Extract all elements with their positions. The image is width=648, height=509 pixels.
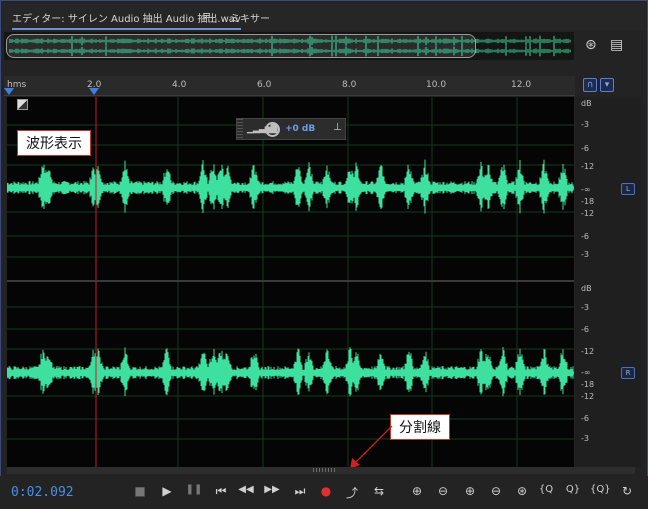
ruler-tick-label: 6.0 [257,80,272,90]
hud-drag-handle[interactable] [237,119,243,139]
zoom-reset-button[interactable]: ↻ [618,484,636,498]
db-label: -12 [581,347,595,356]
rewind-button[interactable]: ◀◀ [237,484,255,495]
tab-menu-icon[interactable]: ≡ [202,9,211,22]
fast-forward-button[interactable]: ▶▶ [263,484,281,495]
zoom-to-selection-out-button[interactable]: Q} [564,484,582,495]
panel-tabs: エディター: サイレン Audio 抽出 Audio 抽出.wav ≡ ミキサー [2,2,646,30]
spectral-toggle-icon[interactable] [17,99,28,110]
zoom-to-selection-in-button[interactable]: {Q [537,484,555,495]
zoom-out-amplitude-button[interactable]: ⊖ [434,484,452,498]
pin-icon[interactable]: ⊥ [333,122,342,133]
channel-divider[interactable] [7,280,574,282]
db-label: -3 [581,434,589,443]
ruler-tick-label: 10.0 [426,80,447,90]
volume-hud[interactable]: ▁▂▃▅▇ +0 dB ⊥ [236,118,346,140]
scroll-grip[interactable] [313,468,335,472]
db-label: -3 [581,250,589,259]
db-label: -6 [581,325,589,334]
zoom-selection-button[interactable]: {Q} [590,484,611,495]
db-unit-label: dB [581,99,592,108]
move-to-start-button[interactable]: ⏮ [212,484,230,499]
waveform-canvas [7,97,574,467]
start-marker[interactable] [4,88,14,95]
zoom-out-full-button[interactable]: ⊛ [513,484,531,498]
stop-button[interactable]: ■ [131,484,149,498]
db-label: -3 [581,120,589,129]
db-label: -3 [581,303,589,312]
pause-button[interactable]: ❚❚ [185,484,203,495]
playhead-marker[interactable] [89,88,99,95]
zoom-in-amplitude-button[interactable]: ⊕ [408,484,426,498]
db-label: -12 [581,162,595,171]
overview-waveform [9,35,571,57]
db-label: -12 [581,209,595,218]
ruler-tick-label: 8.0 [342,80,357,90]
play-button[interactable]: ▶ [158,484,176,498]
zoom-out-time-button[interactable]: ⊖ [487,484,505,498]
db-label: -12 [581,392,595,401]
db-label: -∞ [581,368,591,377]
db-label: -18 [581,380,595,389]
tab-mixer[interactable]: ミキサー [230,10,270,25]
ruler-tick-label: 4.0 [172,80,187,90]
overview-strip[interactable] [4,32,574,60]
db-label: -∞ [581,185,591,194]
horizontal-scrollbar[interactable] [7,467,635,474]
loop-playback-button[interactable]: ⤴ [343,484,361,501]
record-button[interactable]: ● [317,484,335,498]
transport-bar: 0:02.092 ■ ▶ ❚❚ ⏮ ◀◀ ▶▶ ⏭ ● ⤴ ⇆ ⊕ ⊖ ⊕ ⊖ … [0,476,648,509]
db-label: -6 [581,144,589,153]
marker-flag-icon[interactable]: ▾ [600,78,614,92]
snap-icon[interactable]: ∩ [583,78,597,92]
move-to-end-button[interactable]: ⏭ [291,484,309,499]
time-ruler[interactable]: hms 2.0 4.0 6.0 8.0 10.0 12.0 [4,76,575,96]
right-channel-badge[interactable]: R [621,367,635,379]
db-scale: dB -3 -6 -12 -∞ -18 -12 -6 -3 L dB -3 -6… [575,97,641,467]
skip-selection-button[interactable]: ⇆ [370,484,388,498]
left-channel-badge[interactable]: L [621,183,635,195]
db-unit-label: dB [581,284,592,293]
db-label: -6 [581,232,589,241]
db-label: -6 [581,414,589,423]
zoom-in-time-button[interactable]: ⊕ [461,484,479,498]
ruler-tick-label: 12.0 [511,80,532,90]
volume-value[interactable]: +0 dB [285,124,315,134]
waveform-callout: 波形表示 [17,130,91,156]
db-label: -18 [581,197,595,206]
volume-knob[interactable] [265,122,280,137]
current-time[interactable]: 0:02.092 [11,485,74,500]
zoom-tool-icon[interactable]: ⊛ [585,37,597,53]
menu-list-icon[interactable]: ▤ [610,37,623,53]
